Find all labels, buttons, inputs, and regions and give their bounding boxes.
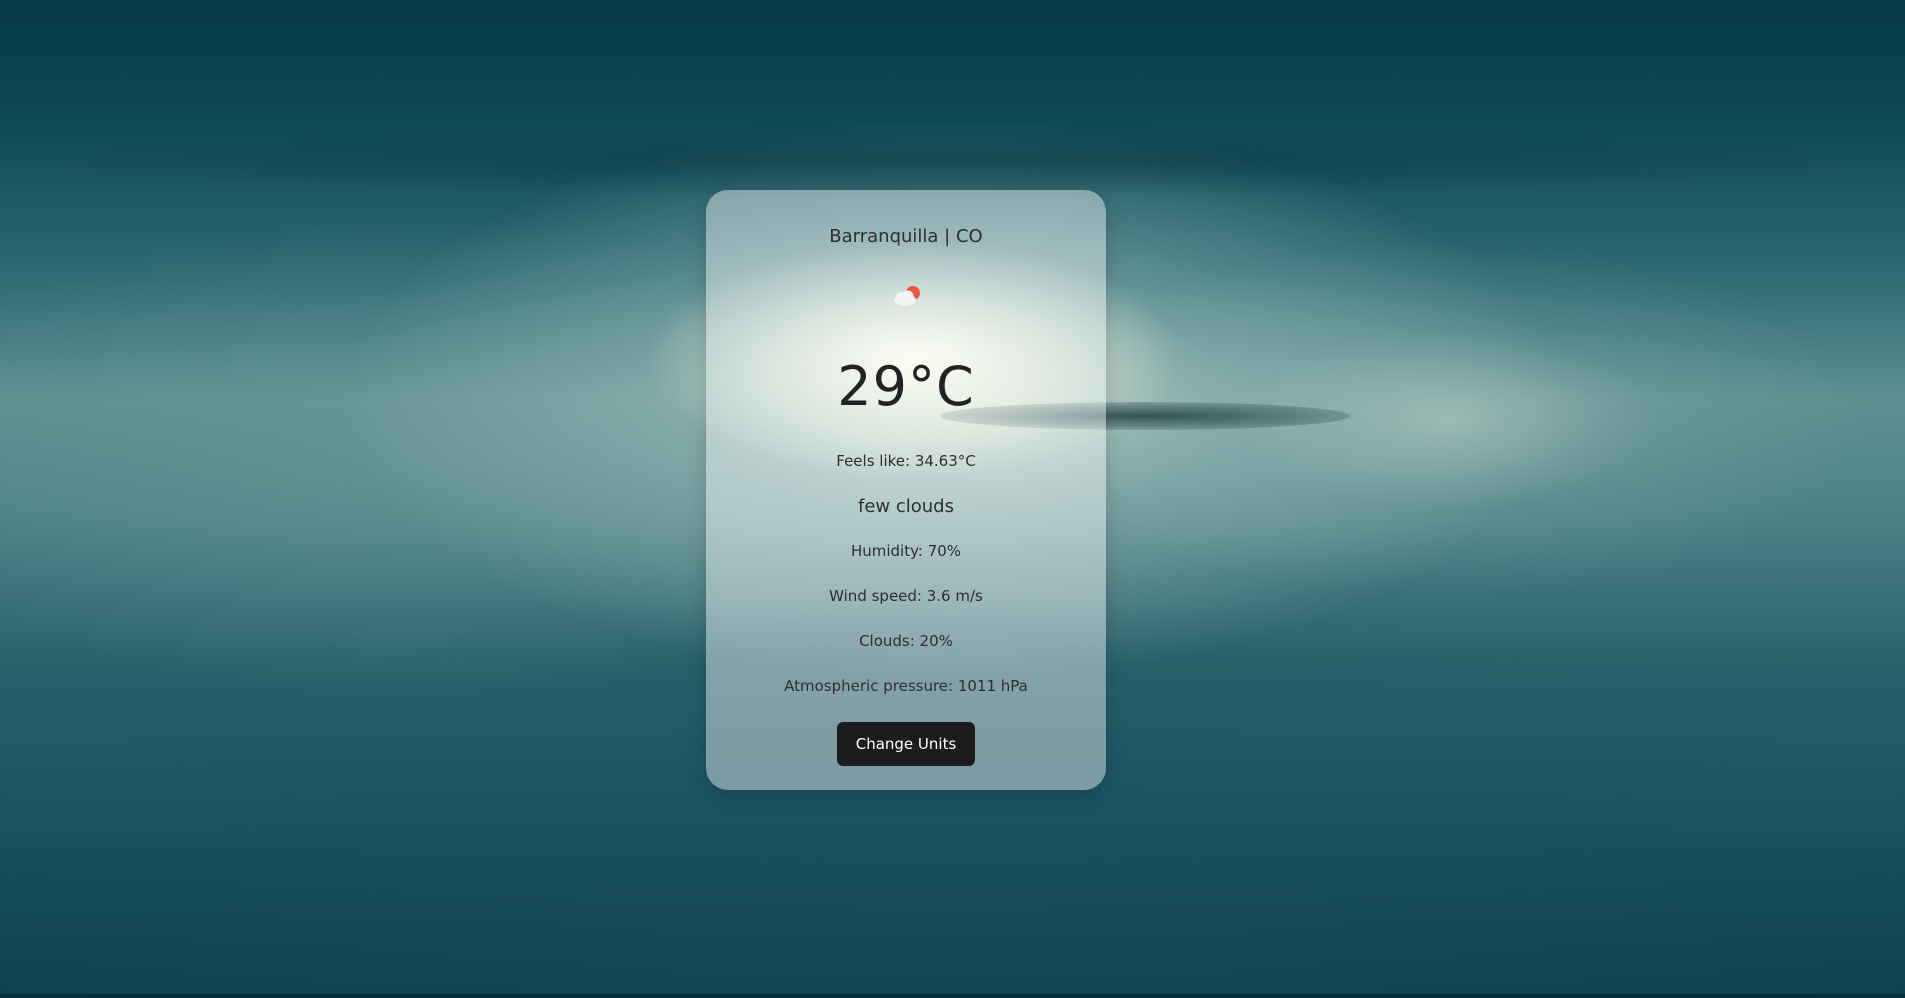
bottom-edge-bar xyxy=(0,994,1905,998)
wind-speed: Wind speed: 3.6 m/s xyxy=(829,587,983,605)
feels-like: Feels like: 34.63°C xyxy=(836,452,976,470)
cloud-coverage: Clouds: 20% xyxy=(859,632,953,650)
weather-card: Barranquilla | CO 29°C Feels like: 34.63… xyxy=(706,190,1106,790)
temperature: 29°C xyxy=(837,355,975,418)
atmospheric-pressure: Atmospheric pressure: 1011 hPa xyxy=(784,677,1028,695)
location-label: Barranquilla | CO xyxy=(829,226,983,247)
humidity: Humidity: 70% xyxy=(850,542,962,560)
few-clouds-icon xyxy=(894,286,920,306)
change-units-button[interactable]: Change Units xyxy=(837,722,975,766)
weather-description: few clouds xyxy=(858,496,954,517)
